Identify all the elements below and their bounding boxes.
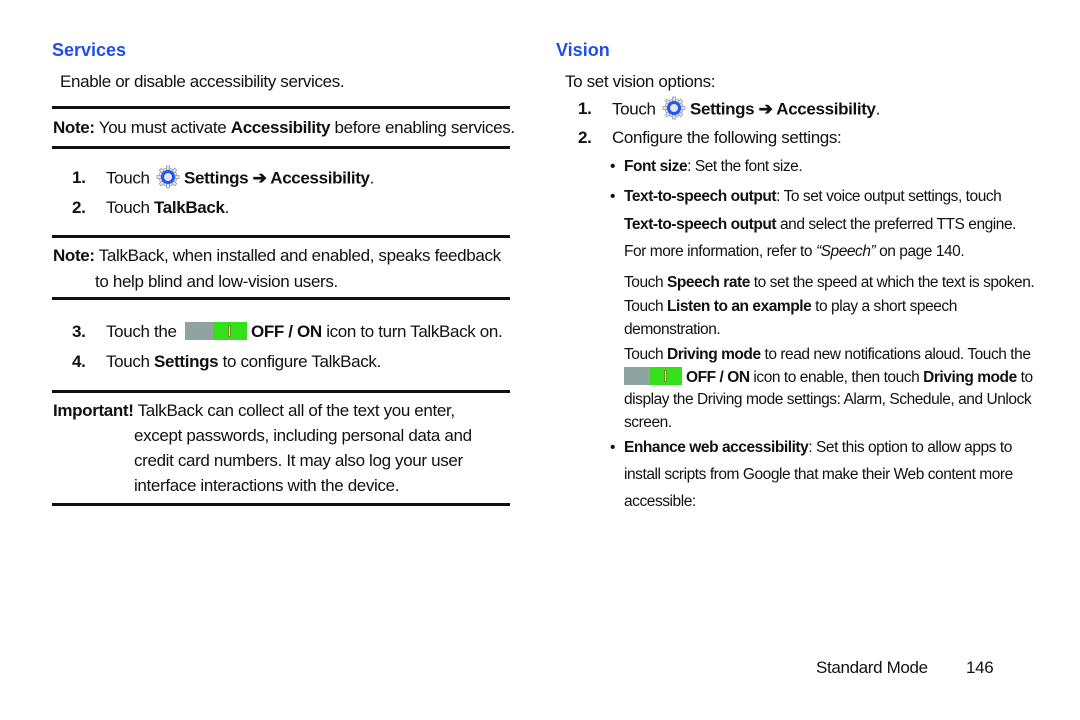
speech-rate-text: Touch Speech rate to set the speed at wh… [624, 274, 1035, 291]
listen-example-text: Touch Listen to an example to play a sho… [624, 298, 957, 315]
tts-line-3: For more information, refer to “Speech” … [624, 243, 965, 260]
settings-gear-icon [662, 96, 686, 120]
important-line-2: except passwords, including personal dat… [134, 426, 472, 445]
enhance-web-line2: install scripts from Google that make th… [624, 466, 1013, 483]
divider [52, 235, 510, 238]
bullet-dot: • [610, 158, 615, 175]
off-on-toggle-icon [624, 366, 682, 385]
tts-line-2: Text-to-speech output and select the pre… [624, 216, 1016, 233]
enhance-web-line3: accessible: [624, 493, 696, 510]
off-on-toggle-icon [184, 321, 247, 340]
note-activate-accessibility: Note: You must activate Accessibility be… [53, 118, 515, 137]
step-4-left: 4. Touch Settings to configure TalkBack. [72, 352, 381, 371]
divider [52, 297, 510, 300]
bullet-enhance-web: • Enhance web accessibility: Set this opt… [610, 439, 1012, 456]
divider [52, 503, 510, 506]
speech-page-link[interactable]: “Speech” [816, 243, 876, 260]
step-2-left: 2. Touch TalkBack. [72, 198, 229, 217]
divider [52, 146, 510, 149]
divider [52, 106, 510, 109]
bullet-font-size: • Font size: Set the font size. [610, 158, 803, 175]
services-intro: Enable or disable accessibility services… [60, 72, 345, 91]
important-line-4: interface interactions with the device. [134, 476, 400, 495]
bullet-text-to-speech: • Text-to-speech output: To set voice out… [610, 188, 1002, 205]
step-3-left: 3. Touch the OFF / ON icon to turn TalkBa… [72, 321, 503, 341]
bullet-dot: • [610, 188, 615, 205]
vision-heading: Vision [556, 40, 610, 60]
driving-mode-line4: screen. [624, 414, 672, 431]
page-number: 146 [966, 658, 994, 677]
footer-mode: Standard Mode [816, 658, 928, 677]
driving-mode-text: Touch Driving mode to read new notificat… [624, 346, 1031, 363]
listen-example-line2: demonstration. [624, 321, 721, 338]
driving-mode-line2: OFF / ON icon to enable, then touch Driv… [624, 366, 1033, 388]
step-2-right: 2. Configure the following settings: [578, 128, 842, 147]
step-1-right: 1. Touch Settings ➔ Accessibility. [578, 96, 880, 122]
important-line-3: credit card numbers. It may also log you… [134, 451, 463, 470]
driving-mode-line3: display the Driving mode settings: Alarm… [624, 391, 1032, 408]
important-notice: Important! TalkBack can collect all of t… [53, 401, 455, 420]
vision-intro: To set vision options: [565, 72, 716, 91]
step-1-left: 1. Touch Settings ➔ Accessibility. [72, 165, 374, 191]
services-heading: Services [52, 40, 127, 60]
settings-gear-icon [156, 165, 180, 189]
bullet-dot: • [610, 439, 615, 456]
note-talkback: Note: TalkBack, when installed and enabl… [53, 246, 501, 265]
note-talkback-line2: to help blind and low-vision users. [95, 272, 338, 291]
divider [52, 390, 510, 393]
